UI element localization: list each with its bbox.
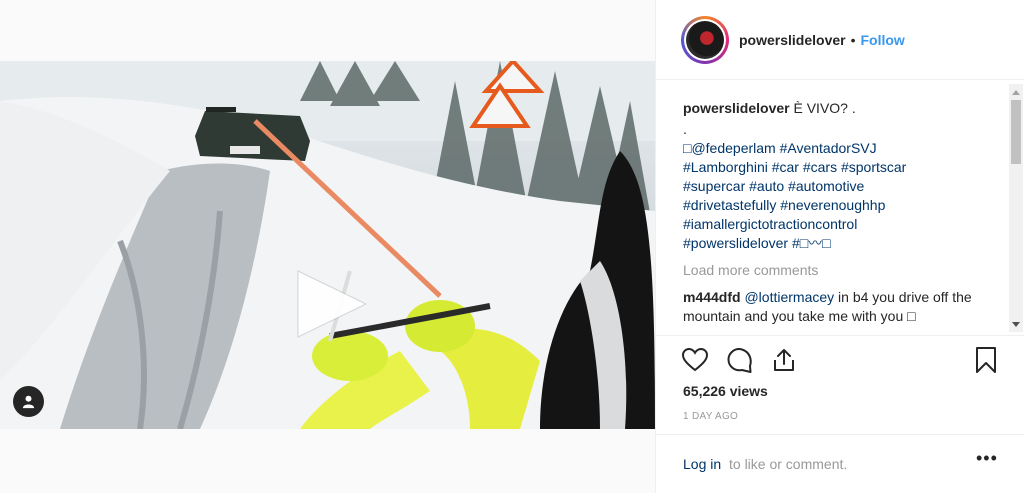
follow-button[interactable]: Follow — [861, 32, 905, 48]
post-timestamp: 1 DAY AGO — [683, 411, 739, 422]
share-icon — [774, 349, 794, 371]
comment-mention[interactable]: @lottiermacey — [744, 289, 834, 305]
caption-username[interactable]: powerslidelover — [683, 100, 790, 116]
load-more-comments-button[interactable]: Load more comments — [683, 261, 1003, 280]
scroll-up-arrow[interactable] — [1012, 90, 1020, 95]
caption-line[interactable]: #iamallergictotractioncontrol — [683, 215, 1003, 234]
caption-line[interactable]: □@fedeperlam #AventadorSVJ — [683, 139, 1003, 158]
profile-avatar[interactable] — [681, 15, 729, 64]
tagged-user-button[interactable] — [13, 386, 44, 417]
action-bar — [656, 335, 1024, 383]
scroll-thumb[interactable] — [1011, 100, 1021, 164]
caption-text: È VIVO? . — [793, 100, 856, 116]
video-frame — [0, 61, 655, 429]
comment-icon — [727, 348, 752, 373]
play-icon — [297, 270, 368, 338]
media-column — [0, 0, 655, 493]
bookmark-icon — [976, 347, 996, 373]
more-options-button[interactable]: ••• — [976, 449, 1000, 471]
view-count: 65,226 views — [683, 383, 768, 399]
caption-line[interactable]: #drivetastefully #neverenoughhp — [683, 196, 1003, 215]
play-button[interactable] — [296, 267, 368, 341]
comment-username[interactable]: m444dfd — [683, 289, 741, 305]
login-row: Log in to like or comment. ••• — [656, 434, 1024, 493]
post-sidebar: powerslidelover • Follow powerslidelover… — [655, 0, 1024, 493]
share-button[interactable] — [770, 346, 798, 374]
scroll-down-arrow[interactable] — [1012, 322, 1020, 327]
post-header: powerslidelover • Follow — [656, 0, 1024, 80]
login-prompt-text: to like or comment. — [729, 456, 848, 472]
caption-line[interactable]: #supercar #auto #automotive — [683, 177, 1003, 196]
comment-item: m444dfd @lottiermacey in b4 you drive of… — [683, 288, 1003, 326]
caption: powerslidelover È VIVO? . . □@fedeperlam… — [683, 99, 1003, 253]
header-separator: • — [850, 31, 856, 48]
comments-scrollbar[interactable] — [1009, 84, 1023, 332]
heart-icon — [681, 347, 709, 372]
login-link[interactable]: Log in — [683, 456, 721, 472]
save-button[interactable] — [972, 346, 1000, 374]
video-player[interactable] — [0, 61, 655, 429]
caption-line[interactable]: #powerslidelover #□〰□ — [683, 234, 1003, 253]
like-button[interactable] — [681, 346, 709, 374]
caption-line[interactable]: #Lamborghini #car #cars #sportscar — [683, 158, 1003, 177]
caption-line: . — [683, 121, 687, 137]
more-icon: ••• — [976, 448, 998, 468]
user-icon — [22, 395, 35, 409]
comment-button[interactable] — [726, 346, 754, 374]
header-username[interactable]: powerslidelover — [739, 32, 846, 48]
comments-list: powerslidelover È VIVO? . . □@fedeperlam… — [683, 99, 1003, 331]
